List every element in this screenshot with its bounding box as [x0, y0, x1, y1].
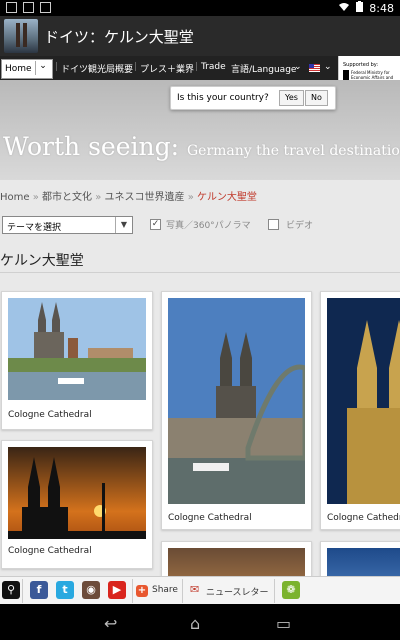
- chevron-down-icon[interactable]: ⌄: [294, 62, 302, 72]
- mail-icon[interactable]: ✉: [190, 583, 199, 596]
- home-icon[interactable]: ⌂: [190, 614, 200, 633]
- gallery-caption: Cologne Cathedral: [168, 513, 252, 523]
- search-icon[interactable]: ⚲: [2, 581, 20, 599]
- gallery-caption: Cologne Cathedral: [8, 546, 92, 556]
- breadcrumb-separator: »: [187, 192, 194, 203]
- gallery-card[interactable]: Cologne Cathedral: [320, 291, 400, 530]
- play-notification-icon: [23, 2, 34, 13]
- system-navigation-bar: ↩ ⌂ ▭: [0, 604, 400, 640]
- us-flag-icon[interactable]: [309, 64, 320, 72]
- battery-icon: [356, 1, 364, 15]
- photo-label: 写真／360°パノラマ: [166, 221, 251, 231]
- app-title: ドイツ：ケルン大聖堂: [44, 28, 194, 46]
- youtube-icon[interactable]: ▶: [108, 581, 126, 599]
- federal-eagle-icon: [343, 70, 349, 80]
- supported-by-label: Supported by:: [343, 62, 379, 68]
- video-label: ビデオ: [286, 221, 314, 231]
- theme-select[interactable]: テーマを選択 ▼: [2, 216, 133, 234]
- bottom-toolbar: ⚲ f t ◉ ▶ + Share ✉ ニュースレター ❁: [0, 576, 400, 605]
- cathedral-photo[interactable]: [168, 298, 305, 504]
- page-title: ケルン大聖堂: [0, 253, 84, 269]
- hero-title-main: Worth seeing:: [3, 132, 180, 161]
- country-question: Is this your country?: [177, 93, 269, 103]
- photo-checkbox[interactable]: ✓: [150, 219, 161, 230]
- yes-button[interactable]: Yes: [279, 90, 304, 106]
- gallery-card[interactable]: Cologne Cathedral: [161, 291, 312, 530]
- country-popup: Is this your country? Yes No: [170, 86, 336, 110]
- divider: [0, 272, 400, 273]
- nav-divider: |: [55, 62, 59, 72]
- cathedral-photo[interactable]: [8, 447, 146, 539]
- divider: [182, 579, 183, 603]
- video-checkbox[interactable]: [268, 219, 279, 230]
- chevron-down-icon[interactable]: ⌄: [35, 61, 50, 75]
- breadcrumb-cities[interactable]: 都市と文化: [42, 192, 92, 203]
- theme-select-value: テーマを選択: [7, 223, 62, 233]
- nav-item-trade[interactable]: Trade: [201, 62, 226, 72]
- no-button[interactable]: No: [305, 90, 328, 106]
- app-thumbnail[interactable]: [4, 19, 38, 53]
- twitter-icon[interactable]: t: [56, 581, 74, 599]
- facebook-icon[interactable]: f: [30, 581, 48, 599]
- wifi-icon: [338, 2, 350, 15]
- cathedral-photo[interactable]: [8, 298, 146, 400]
- divider: [22, 579, 23, 603]
- breadcrumb-unesco[interactable]: ユネスコ世界遺産: [105, 192, 185, 203]
- gallery-card[interactable]: Cologne Cathedral: [1, 291, 153, 430]
- hero-title: Worth seeing: Germany the travel destina…: [3, 132, 400, 161]
- chevron-down-icon[interactable]: ⌄: [324, 62, 332, 72]
- breadcrumb-current: ケルン大聖堂: [197, 192, 257, 203]
- instagram-icon[interactable]: ◉: [82, 581, 100, 599]
- home-dropdown[interactable]: Home ⌄: [1, 59, 53, 79]
- image-notification-icon: [6, 2, 17, 13]
- cathedral-photo[interactable]: [327, 298, 400, 504]
- breadcrumb-home[interactable]: Home: [0, 192, 30, 203]
- filter-bar: テーマを選択 ▼ ✓ 写真／360°パノラマ ビデオ: [0, 214, 400, 236]
- dropdown-arrow-icon[interactable]: ▼: [115, 217, 132, 233]
- breadcrumb: Home » 都市と文化 » ユネスコ世界遺産 » ケルン大聖堂: [0, 188, 257, 203]
- action-bar: ドイツ：ケルン大聖堂: [0, 16, 400, 56]
- nav-divider: |: [195, 62, 199, 72]
- divider: [132, 579, 133, 603]
- hero-subtitle: Germany the travel destination: [187, 143, 400, 159]
- share-button[interactable]: Share: [152, 585, 178, 595]
- nav-item-press[interactable]: プレス＋業界: [140, 62, 194, 75]
- nav-item-language[interactable]: 言語/Language: [231, 62, 296, 75]
- gallery-card[interactable]: Cologne Cathedral: [1, 440, 153, 569]
- nav-divider: |: [134, 62, 138, 72]
- share-icon[interactable]: +: [136, 585, 148, 597]
- breadcrumb-separator: »: [95, 192, 102, 203]
- home-label: Home: [5, 64, 32, 74]
- newsletter-button[interactable]: ニュースレター: [206, 585, 269, 598]
- breadcrumb-separator: »: [32, 192, 39, 203]
- recent-apps-icon[interactable]: ▭: [276, 614, 291, 633]
- nav-item-about[interactable]: ドイツ観光局概要: [61, 62, 133, 75]
- gallery-caption: Cologne Cathedral: [8, 410, 92, 420]
- back-icon[interactable]: ↩: [104, 614, 117, 633]
- clock: 8:48: [369, 1, 394, 15]
- download-notification-icon: [40, 2, 51, 13]
- status-bar: 8:48: [0, 0, 400, 16]
- divider: [274, 579, 275, 603]
- gallery-caption: Cologne Cathedral: [327, 513, 400, 523]
- app-logo-icon[interactable]: ❁: [282, 581, 300, 599]
